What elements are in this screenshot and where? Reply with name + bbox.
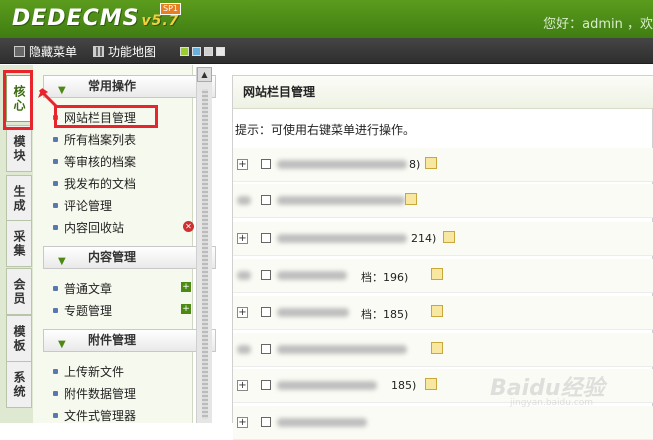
tip-text: 提示：可使用右键菜单进行操作。 — [235, 123, 416, 137]
group-common-ops[interactable]: ▼ 常用操作 — [43, 75, 216, 98]
baidu-watermark: Baidu经验 jingyan.baidu.com — [490, 376, 605, 408]
edit-icon[interactable] — [405, 193, 417, 205]
category-row[interactable] — [233, 184, 653, 218]
menu-item-pending-archives[interactable]: 等审核的档案 — [53, 153, 136, 170]
tab-template[interactable]: 模板 — [6, 315, 32, 362]
blurred-text — [237, 196, 251, 205]
tab-generate[interactable]: 生成 — [6, 175, 32, 222]
tab-member[interactable]: 会员 — [6, 268, 32, 315]
skin-switcher — [180, 47, 225, 56]
edit-icon[interactable] — [431, 342, 443, 354]
group-content-manage[interactable]: ▼ 内容管理 — [43, 246, 216, 269]
category-row[interactable]: + 档：185) — [233, 296, 653, 330]
highlight-box-item — [54, 105, 158, 128]
app-header: DEDECMS v5.7 SP1 您好：admin ，欢 — [0, 0, 653, 38]
blurred-text — [277, 196, 405, 205]
row-checkbox[interactable] — [261, 417, 271, 427]
expand-icon[interactable]: + — [237, 233, 248, 244]
edit-icon[interactable] — [425, 157, 437, 169]
scroll-up-icon[interactable]: ▲ — [197, 67, 212, 82]
hide-menu-button[interactable]: 隐藏菜单 — [14, 43, 77, 60]
row-checkbox[interactable] — [261, 270, 271, 280]
expand-icon[interactable]: + — [237, 380, 248, 391]
recycle-clear-icon[interactable]: ✕ — [183, 221, 194, 232]
row-checkbox[interactable] — [261, 380, 271, 390]
bullet-icon — [53, 308, 58, 313]
bullet-icon — [53, 413, 58, 418]
category-row[interactable]: + 214) — [233, 222, 653, 256]
bullet-icon — [53, 181, 58, 186]
menu-item-comments[interactable]: 评论管理 — [53, 197, 112, 214]
menu-item-topic[interactable]: 专题管理 — [53, 302, 112, 319]
expand-icon[interactable]: + — [237, 307, 248, 318]
blurred-text — [277, 345, 407, 354]
menu-item-all-archives[interactable]: 所有档案列表 — [53, 131, 136, 148]
blurred-text — [237, 271, 251, 280]
highlight-box-tab — [3, 70, 33, 130]
blurred-text — [277, 160, 407, 169]
dedecms-logo: DEDECMS v5.7 — [12, 6, 180, 31]
bullet-icon — [53, 391, 58, 396]
scroll-track[interactable] — [202, 89, 208, 419]
chevron-down-icon: ▼ — [58, 256, 66, 267]
group-attachment-manage[interactable]: ▼ 附件管理 — [43, 329, 216, 352]
tab-module[interactable]: 模块 — [6, 125, 32, 172]
blurred-text — [237, 345, 251, 354]
row-checkbox[interactable] — [261, 307, 271, 317]
blurred-text — [277, 271, 347, 280]
category-row[interactable]: + 8) — [233, 148, 653, 182]
menu-item-my-docs[interactable]: 我发布的文档 — [53, 175, 136, 192]
bullet-icon — [53, 159, 58, 164]
sp-badge: SP1 — [160, 3, 181, 15]
expand-icon[interactable]: + — [237, 159, 248, 170]
menu-item-article[interactable]: 普通文章 — [53, 280, 112, 297]
add-article-icon[interactable]: + — [181, 282, 191, 292]
skin-swatch-2[interactable] — [192, 47, 201, 56]
blurred-text — [277, 234, 407, 243]
menu-item-file-manager[interactable]: 文件式管理器 — [53, 407, 136, 424]
skin-swatch-4[interactable] — [216, 47, 225, 56]
grid-icon — [93, 46, 104, 57]
category-row[interactable]: 档：196) — [233, 259, 653, 293]
edit-icon[interactable] — [443, 231, 455, 243]
blurred-text — [277, 381, 377, 390]
menu-item-recycle-bin[interactable]: 内容回收站 — [53, 219, 124, 236]
top-toolbar: 隐藏菜单 功能地图 — [0, 38, 653, 64]
menu-item-attachment-data[interactable]: 附件数据管理 — [53, 385, 136, 402]
menu-scrollbar[interactable]: ▲ — [196, 67, 212, 423]
edit-icon[interactable] — [431, 305, 443, 317]
bullet-icon — [53, 286, 58, 291]
site-map-button[interactable]: 功能地图 — [93, 43, 156, 60]
row-checkbox[interactable] — [261, 233, 271, 243]
bullet-icon — [53, 203, 58, 208]
skin-swatch-1[interactable] — [180, 47, 189, 56]
add-topic-icon[interactable]: + — [181, 304, 191, 314]
tab-collect[interactable]: 采集 — [6, 220, 32, 267]
menu-item-upload[interactable]: 上传新文件 — [53, 363, 124, 380]
page-title: 网站栏目管理 — [233, 76, 653, 109]
welcome-text: 您好：admin ，欢 — [543, 17, 653, 32]
bullet-icon — [53, 137, 58, 142]
edit-icon[interactable] — [425, 378, 437, 390]
row-checkbox[interactable] — [261, 159, 271, 169]
panel-icon — [14, 46, 25, 57]
bullet-icon — [53, 225, 58, 230]
bullet-icon — [53, 369, 58, 374]
skin-swatch-3[interactable] — [204, 47, 213, 56]
edit-icon[interactable] — [431, 268, 443, 280]
highlight-arrow-icon — [38, 88, 58, 108]
row-checkbox[interactable] — [261, 344, 271, 354]
blurred-text — [277, 308, 349, 317]
chevron-down-icon: ▼ — [58, 339, 66, 350]
row-checkbox[interactable] — [261, 195, 271, 205]
tab-system[interactable]: 系统 — [6, 361, 32, 408]
